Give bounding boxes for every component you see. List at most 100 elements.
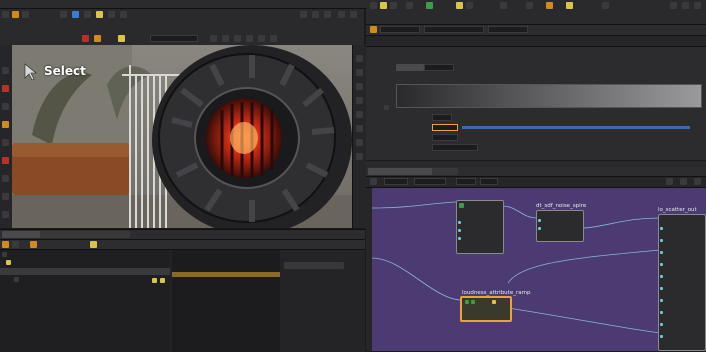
node-port[interactable] [660,287,663,290]
network-path-field[interactable] [456,178,476,185]
tool-icon[interactable] [466,2,473,9]
display-option-icon[interactable] [356,97,363,104]
node-port[interactable] [660,251,663,254]
network-node[interactable] [456,200,504,254]
tool-icon[interactable] [324,11,331,18]
tool-icon[interactable] [246,35,253,42]
param-dropdown[interactable] [432,144,478,151]
tool-icon[interactable] [108,11,115,18]
tool-icon[interactable] [602,2,609,9]
node-port[interactable] [458,229,461,232]
tool-icon[interactable] [338,11,345,18]
param-slider[interactable] [462,126,690,129]
expand-icon[interactable] [2,252,7,257]
add-key-icon[interactable] [384,105,389,110]
node-name-field[interactable] [424,26,484,33]
node-port[interactable] [660,335,663,338]
tool-icon[interactable] [258,35,265,42]
param-value-field[interactable] [432,124,458,131]
network-graph[interactable]: dt_sdf_noise_spire loudness_attribute_ra… [372,188,706,351]
network-path-field[interactable] [480,178,498,185]
node-flag-icon[interactable] [492,300,496,304]
display-option-icon[interactable] [356,55,363,62]
tab-parameter-folder[interactable] [396,64,424,71]
node-flag-icon[interactable] [471,300,475,304]
tool-icon[interactable] [60,11,67,18]
tool-icon[interactable] [222,35,229,42]
tab-scene[interactable] [2,231,42,238]
tool-icon[interactable] [2,241,9,248]
network-path-field[interactable] [414,178,446,185]
tool-icon[interactable] [2,211,9,218]
inspector-tab[interactable] [300,262,322,269]
display-option-icon[interactable] [356,125,363,132]
tool-icon[interactable] [84,11,91,18]
viewport-path-field[interactable] [150,35,198,42]
tool-icon[interactable] [12,241,19,248]
tool-icon[interactable] [72,11,79,18]
tool-icon[interactable] [300,11,307,18]
tool-icon[interactable] [680,178,687,185]
select-tool-icon[interactable] [2,67,9,74]
tool-icon[interactable] [270,35,277,42]
tab-network[interactable] [368,168,434,175]
node-flag-icon[interactable] [465,300,469,304]
tool-icon[interactable] [2,121,9,128]
node-port[interactable] [538,227,541,230]
tool-icon[interactable] [526,2,533,9]
tool-icon[interactable] [210,35,217,42]
tool-icon[interactable] [2,85,9,92]
tool-icon[interactable] [90,241,97,248]
network-node[interactable] [658,214,706,351]
tool-icon[interactable] [546,2,553,9]
tool-icon[interactable] [666,178,673,185]
tool-icon[interactable] [694,178,701,185]
display-option-icon[interactable] [356,139,363,146]
node-port[interactable] [660,227,663,230]
tool-icon[interactable] [2,175,9,182]
tool-icon[interactable] [82,35,89,42]
node-title[interactable]: dt_sdf_noise_spire [536,203,586,209]
tool-icon[interactable] [2,11,9,18]
parameter-dropdown[interactable] [424,64,454,71]
tool-icon[interactable] [370,178,377,185]
tool-icon[interactable] [2,103,9,110]
display-option-icon[interactable] [356,83,363,90]
tab-other[interactable] [94,231,130,238]
tool-icon[interactable] [380,2,387,9]
tab-other[interactable] [432,168,458,175]
visibility-icon[interactable] [152,278,157,283]
inspector-tab[interactable] [320,262,344,269]
tool-icon[interactable] [30,241,37,248]
display-option-icon[interactable] [356,69,363,76]
node-port[interactable] [660,263,663,266]
network-path-field[interactable] [384,178,408,185]
tool-icon[interactable] [2,157,9,164]
param-value-field[interactable] [432,114,452,121]
tool-icon[interactable] [234,35,241,42]
node-path-field[interactable] [488,26,528,33]
node-port[interactable] [660,311,663,314]
tree-row[interactable] [0,260,170,267]
tool-icon[interactable] [118,35,125,42]
ramp-gradient[interactable] [396,84,702,108]
node-port[interactable] [660,239,663,242]
tool-icon[interactable] [312,11,319,18]
display-option-icon[interactable] [356,111,363,118]
scene-viewport[interactable]: Select [12,45,365,228]
node-port[interactable] [458,237,461,240]
tool-icon[interactable] [12,11,19,18]
tool-icon[interactable] [96,11,103,18]
selected-network-node[interactable] [460,296,512,322]
tool-icon[interactable] [426,2,433,9]
tool-icon[interactable] [2,139,9,146]
tool-icon[interactable] [682,2,689,9]
node-port[interactable] [660,323,663,326]
tool-icon[interactable] [370,2,377,9]
tool-icon[interactable] [2,193,9,200]
node-port[interactable] [660,275,663,278]
tree-row[interactable] [0,276,170,283]
tool-icon[interactable] [350,11,357,18]
tree-row[interactable] [0,268,170,275]
display-option-icon[interactable] [356,153,363,160]
